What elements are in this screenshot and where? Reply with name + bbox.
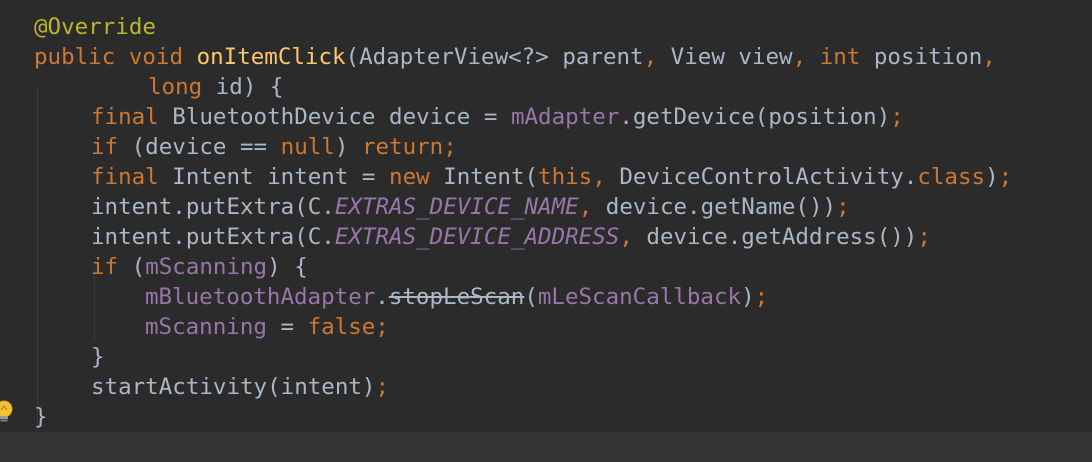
- keyword-void: void: [128, 44, 184, 70]
- code-line-14[interactable]: }: [34, 402, 48, 432]
- close-paren: ): [741, 284, 755, 310]
- code-line-8[interactable]: intent.putExtra(C.EXTRAS_DEVICE_ADDRESS,…: [91, 222, 931, 252]
- dot: .: [375, 284, 389, 310]
- method-close-brace: }: [34, 404, 48, 430]
- put-extra-call: intent.putExtra(C.: [91, 224, 335, 250]
- code-editor[interactable]: @Override public void onItemClick(Adapte…: [0, 0, 1092, 462]
- param-view: View view: [657, 44, 793, 70]
- comma: ,: [643, 44, 658, 70]
- comma: ,: [592, 164, 606, 190]
- lightbulb-icon[interactable]: [0, 400, 16, 424]
- semicolon: ;: [754, 284, 769, 310]
- keyword-this: this: [538, 164, 593, 190]
- annotation-override: @Override: [34, 14, 156, 40]
- get-address-arg: device.getAddress()): [632, 224, 918, 250]
- keyword-null: null: [280, 134, 335, 160]
- semicolon: ;: [443, 134, 457, 160]
- close-brace: }: [91, 344, 105, 370]
- indent-guide: [37, 88, 38, 428]
- keyword-class: class: [917, 164, 986, 190]
- keyword-public: public: [34, 44, 116, 70]
- code-line-1[interactable]: @Override: [34, 12, 156, 42]
- keyword-final: final: [91, 164, 159, 190]
- field-madapter: mAdapter: [510, 104, 620, 130]
- param-id: id) {: [202, 74, 284, 100]
- code-line-10[interactable]: mBluetoothAdapter.stopLeScan(mLeScanCall…: [145, 282, 768, 312]
- keyword-false: false: [307, 314, 376, 340]
- assign: =: [266, 314, 308, 340]
- param-adapterview: (AdapterView<?> parent: [345, 44, 644, 70]
- field-mbluetoothadapter: mBluetoothAdapter: [145, 284, 376, 310]
- start-activity-call: startActivity(intent): [91, 374, 376, 400]
- param-position: position: [860, 44, 983, 70]
- open-paren: (: [524, 284, 538, 310]
- keyword-new: new: [389, 164, 430, 190]
- field-mscanning: mScanning: [145, 314, 267, 340]
- semicolon: ;: [917, 224, 931, 250]
- device-control-activity: DeviceControlActivity.: [605, 164, 918, 190]
- open-paren: (: [118, 254, 146, 280]
- semicolon: ;: [375, 314, 389, 340]
- condition-close: ): [334, 134, 362, 160]
- comma: ,: [982, 44, 996, 70]
- intent-constructor: Intent(: [429, 164, 539, 190]
- keyword-final: final: [91, 104, 159, 130]
- constant-extras-device-name: EXTRAS_DEVICE_NAME: [334, 194, 579, 220]
- put-extra-call: intent.putExtra(C.: [91, 194, 335, 220]
- keyword-int: int: [819, 44, 861, 70]
- code-line-9[interactable]: if (mScanning) {: [91, 252, 308, 282]
- keyword-if: if: [91, 134, 119, 160]
- code-line-5[interactable]: if (device == null) return;: [91, 132, 457, 162]
- code-line-4[interactable]: final BluetoothDevice device = mAdapter.…: [91, 102, 904, 132]
- keyword-long: long: [148, 74, 203, 100]
- null-check-condition: (device ==: [118, 134, 281, 160]
- comma: ,: [619, 224, 633, 250]
- code-line-7[interactable]: intent.putExtra(C.EXTRAS_DEVICE_NAME, de…: [91, 192, 850, 222]
- comma: ,: [578, 194, 593, 220]
- semicolon: ;: [998, 164, 1013, 190]
- semicolon: ;: [375, 374, 390, 400]
- comma: ,: [792, 44, 807, 70]
- keyword-return: return: [361, 134, 444, 160]
- lightbulb-icon-svg: [0, 400, 13, 422]
- code-line-2[interactable]: public void onItemClick(AdapterView<?> p…: [34, 42, 996, 72]
- keyword-if: if: [91, 254, 119, 280]
- editor-bottom-strip: [0, 432, 1092, 462]
- code-line-13[interactable]: startActivity(intent);: [91, 372, 389, 402]
- code-line-3[interactable]: long id) {: [148, 72, 283, 102]
- get-device-call: .getDevice(position): [619, 104, 891, 130]
- method-name-onitemclick: onItemClick: [196, 44, 346, 70]
- get-name-arg: device.getName()): [592, 194, 837, 220]
- bluetooth-device-decl: BluetoothDevice device =: [158, 104, 511, 130]
- field-mlescancallback: mLeScanCallback: [537, 284, 742, 310]
- field-mscanning: mScanning: [145, 254, 268, 280]
- code-line-12[interactable]: }: [91, 342, 105, 372]
- intent-decl: Intent intent =: [158, 164, 390, 190]
- code-line-11[interactable]: mScanning = false;: [145, 312, 389, 342]
- close-paren: ): [985, 164, 999, 190]
- semicolon: ;: [836, 194, 850, 220]
- if-block-open: ) {: [267, 254, 308, 280]
- constant-extras-device-address: EXTRAS_DEVICE_ADDRESS: [334, 224, 620, 250]
- deprecated-stoplescan: stopLeScan: [388, 284, 525, 310]
- code-line-6[interactable]: final Intent intent = new Intent(this, D…: [91, 162, 1012, 192]
- semicolon: ;: [890, 104, 904, 130]
